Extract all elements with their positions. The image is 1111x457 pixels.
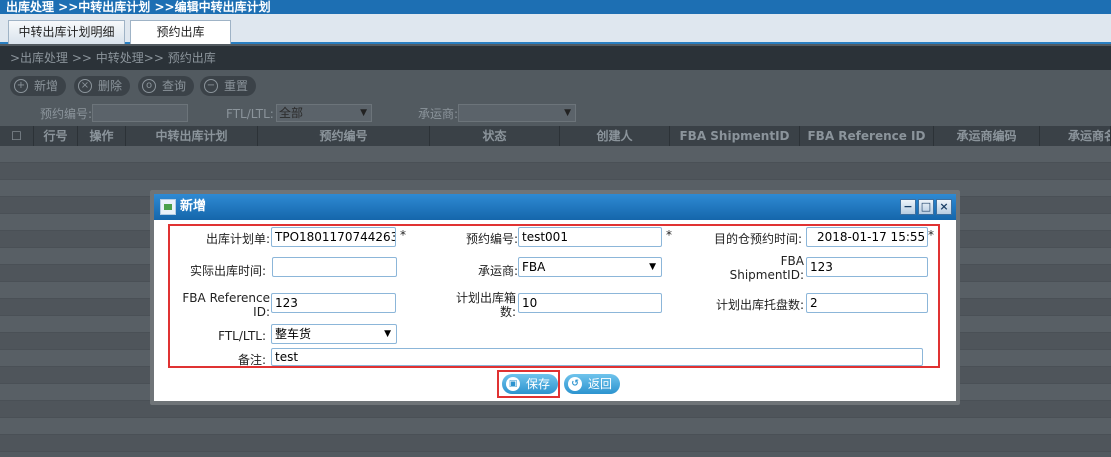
actual-time-label: 实际出库时间: (189, 264, 266, 278)
page-breadcrumb: 出库处理 >>中转出库计划 >>编辑中转出库计划 (0, 0, 1111, 14)
appointment-no-filter-input[interactable] (92, 104, 188, 122)
shipment-field[interactable]: 123 (806, 257, 928, 277)
reset-button[interactable]: − 重置 (200, 76, 257, 96)
carrier-filter-select[interactable]: ▼ (458, 104, 576, 122)
remark-field[interactable]: test (271, 348, 923, 366)
pallets-label: 计划出库托盘数: (715, 298, 804, 312)
dropdown-arrow-icon: ▼ (564, 108, 571, 118)
inner-breadcrumb: >出库处理 >> 中转处理>> 预约出库 (0, 46, 1111, 70)
save-icon: ▣ (506, 377, 520, 391)
actual-time-field[interactable] (272, 257, 397, 277)
column-header: 状态 (430, 126, 560, 146)
window-controls: − □ × (898, 199, 952, 215)
tab-appointment-outbound[interactable]: 预约出库 (130, 20, 231, 44)
pallets-field[interactable]: 2 (806, 293, 928, 313)
tab-transfer-plan-detail[interactable]: 中转出库计划明细 (8, 20, 125, 44)
plus-icon: + (14, 79, 28, 93)
column-header: 承运商名 (1040, 126, 1111, 146)
reference-label: FBA Reference ID: (182, 291, 270, 319)
boxes-field[interactable]: 10 (518, 293, 662, 313)
column-header: 预约编号 (258, 126, 430, 146)
appointment-field[interactable]: test001 (518, 227, 662, 247)
select-all-checkbox[interactable]: ☐ (0, 126, 34, 146)
carrier-filter-label: 承运商: (418, 107, 459, 121)
table-row (0, 418, 1111, 435)
ftl-select[interactable]: 整车货 ▼ (271, 324, 397, 344)
reference-field[interactable]: 123 (271, 293, 396, 313)
column-header: FBA Reference ID (800, 126, 934, 146)
tab-bar: 中转出库计划明细 预约出库 (0, 14, 1111, 44)
shipment-label: FBA ShipmentID: (729, 254, 804, 282)
dropdown-arrow-icon: ▼ (384, 329, 391, 339)
column-header: 操作 (78, 126, 126, 146)
dropdown-arrow-icon: ▼ (360, 108, 367, 118)
column-header: 中转出库计划 (126, 126, 258, 146)
search-icon: o (142, 79, 156, 93)
column-header: 承运商编码 (934, 126, 1040, 146)
maximize-icon[interactable]: □ (918, 199, 934, 215)
add-button[interactable]: + 新增 (10, 76, 67, 96)
column-header: 创建人 (560, 126, 670, 146)
appointment-label: 预约编号: (465, 232, 518, 246)
column-header: 行号 (34, 126, 78, 146)
dest-time-field[interactable]: 2018-01-17 15:55 (806, 227, 928, 247)
close-icon: × (78, 79, 92, 93)
edit-icon (160, 199, 176, 215)
dropdown-arrow-icon: ▼ (649, 262, 656, 272)
dest-time-label: 目的仓预约时间: (713, 232, 802, 246)
dialog-title: 新增 (180, 199, 207, 214)
minimize-icon[interactable]: − (900, 199, 916, 215)
table-header: ☐ 行号 操作 中转出库计划 预约编号 状态 创建人 FBA ShipmentI… (0, 126, 1111, 146)
add-dialog: 新增 − □ × 出库计划单: TPO18011707442633 * 预约编号: … (150, 190, 960, 405)
remark-label: 备注: (237, 353, 266, 367)
delete-button[interactable]: × 删除 (74, 76, 131, 96)
ftl-label: FTL/LTL: (218, 329, 266, 343)
return-icon: ↺ (568, 377, 582, 391)
ftl-filter-select[interactable]: 全部 ▼ (276, 104, 372, 122)
plan-label: 出库计划单: (205, 232, 270, 246)
plan-field[interactable]: TPO18011707442633 (271, 227, 396, 247)
close-icon[interactable]: × (936, 199, 952, 215)
appointment-no-filter-label: 预约编号: (40, 107, 93, 121)
required-mark: * (666, 228, 672, 242)
back-button[interactable]: ↺ 返回 (564, 374, 621, 394)
table-row (0, 146, 1111, 163)
column-header: FBA ShipmentID (670, 126, 800, 146)
boxes-label: 计划出库箱数: (455, 291, 516, 319)
ftl-filter-label: FTL/LTL: (226, 107, 274, 121)
save-button[interactable]: ▣ 保存 (502, 374, 559, 394)
dialog-titlebar[interactable]: 新增 − □ × (154, 194, 956, 220)
table-row (0, 163, 1111, 180)
carrier-label: 承运商: (477, 264, 518, 278)
required-mark: * (928, 228, 934, 242)
table-row (0, 435, 1111, 452)
reset-icon: − (204, 79, 218, 93)
query-button[interactable]: o 查询 (138, 76, 195, 96)
carrier-select[interactable]: FBA ▼ (518, 257, 662, 277)
required-mark: * (400, 228, 406, 242)
